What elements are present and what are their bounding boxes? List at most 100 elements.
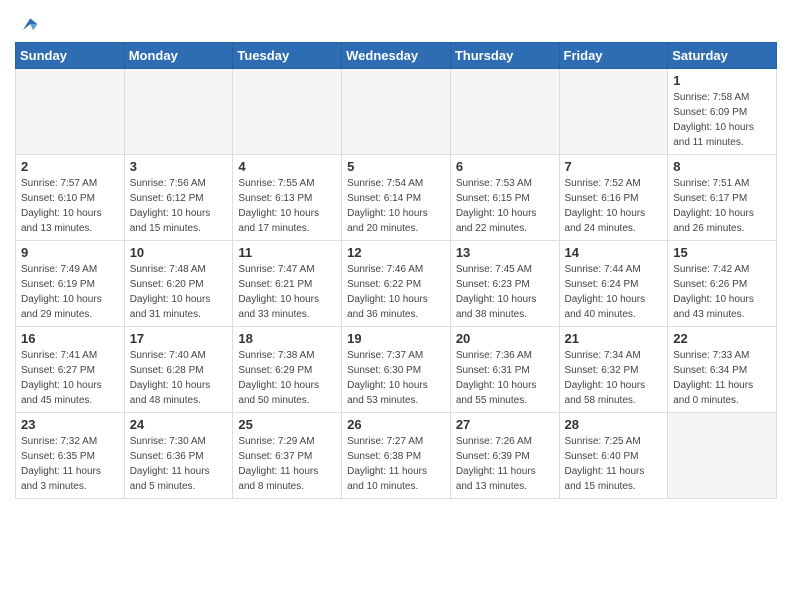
calendar-cell: 5 Sunrise: 7:54 AM Sunset: 6:14 PM Daylig… bbox=[342, 155, 451, 241]
weekday-header-saturday: Saturday bbox=[668, 43, 777, 69]
day-number: 6 bbox=[456, 159, 554, 174]
calendar-table: SundayMondayTuesdayWednesdayThursdayFrid… bbox=[15, 42, 777, 499]
day-number: 3 bbox=[130, 159, 228, 174]
day-info: Sunrise: 7:36 AM Sunset: 6:31 PM Dayligh… bbox=[456, 348, 554, 408]
week-row-1: 1 Sunrise: 7:58 AM Sunset: 6:09 PM Daylig… bbox=[16, 69, 777, 155]
day-info: Sunrise: 7:38 AM Sunset: 6:29 PM Dayligh… bbox=[238, 348, 336, 408]
day-info: Sunrise: 7:37 AM Sunset: 6:30 PM Dayligh… bbox=[347, 348, 445, 408]
calendar-cell: 13 Sunrise: 7:45 AM Sunset: 6:23 PM Dayli… bbox=[450, 241, 559, 327]
day-info: Sunrise: 7:42 AM Sunset: 6:26 PM Dayligh… bbox=[673, 262, 771, 322]
day-number: 17 bbox=[130, 331, 228, 346]
calendar-cell: 19 Sunrise: 7:37 AM Sunset: 6:30 PM Dayli… bbox=[342, 327, 451, 413]
day-info: Sunrise: 7:56 AM Sunset: 6:12 PM Dayligh… bbox=[130, 176, 228, 236]
week-row-5: 23 Sunrise: 7:32 AM Sunset: 6:35 PM Dayli… bbox=[16, 413, 777, 499]
calendar-cell bbox=[233, 69, 342, 155]
day-info: Sunrise: 7:53 AM Sunset: 6:15 PM Dayligh… bbox=[456, 176, 554, 236]
day-number: 25 bbox=[238, 417, 336, 432]
day-number: 8 bbox=[673, 159, 771, 174]
day-info: Sunrise: 7:29 AM Sunset: 6:37 PM Dayligh… bbox=[238, 434, 336, 494]
day-number: 24 bbox=[130, 417, 228, 432]
calendar-cell: 7 Sunrise: 7:52 AM Sunset: 6:16 PM Daylig… bbox=[559, 155, 668, 241]
calendar-cell: 25 Sunrise: 7:29 AM Sunset: 6:37 PM Dayli… bbox=[233, 413, 342, 499]
calendar-cell: 3 Sunrise: 7:56 AM Sunset: 6:12 PM Daylig… bbox=[124, 155, 233, 241]
weekday-header-monday: Monday bbox=[124, 43, 233, 69]
day-info: Sunrise: 7:26 AM Sunset: 6:39 PM Dayligh… bbox=[456, 434, 554, 494]
calendar-cell: 8 Sunrise: 7:51 AM Sunset: 6:17 PM Daylig… bbox=[668, 155, 777, 241]
calendar-cell: 4Sunrise: 7:55 AM Sunset: 6:13 PM Daylig… bbox=[233, 155, 342, 241]
day-number: 23 bbox=[21, 417, 119, 432]
day-info: Sunrise: 7:55 AM Sunset: 6:13 PM Dayligh… bbox=[238, 176, 336, 236]
calendar-cell: 23 Sunrise: 7:32 AM Sunset: 6:35 PM Dayli… bbox=[16, 413, 125, 499]
day-info: Sunrise: 7:41 AM Sunset: 6:27 PM Dayligh… bbox=[21, 348, 119, 408]
day-info: Sunrise: 7:52 AM Sunset: 6:16 PM Dayligh… bbox=[565, 176, 663, 236]
calendar-cell bbox=[668, 413, 777, 499]
day-info: Sunrise: 7:34 AM Sunset: 6:32 PM Dayligh… bbox=[565, 348, 663, 408]
weekday-header-wednesday: Wednesday bbox=[342, 43, 451, 69]
week-row-4: 16 Sunrise: 7:41 AM Sunset: 6:27 PM Dayli… bbox=[16, 327, 777, 413]
day-info: Sunrise: 7:58 AM Sunset: 6:09 PM Dayligh… bbox=[673, 90, 771, 150]
day-number: 13 bbox=[456, 245, 554, 260]
page: SundayMondayTuesdayWednesdayThursdayFrid… bbox=[0, 0, 792, 612]
day-info: Sunrise: 7:57 AM Sunset: 6:10 PM Dayligh… bbox=[21, 176, 119, 236]
calendar-cell bbox=[16, 69, 125, 155]
day-info: Sunrise: 7:47 AM Sunset: 6:21 PM Dayligh… bbox=[238, 262, 336, 322]
calendar-cell: 15 Sunrise: 7:42 AM Sunset: 6:26 PM Dayli… bbox=[668, 241, 777, 327]
day-number: 1 bbox=[673, 73, 771, 88]
day-info: Sunrise: 7:49 AM Sunset: 6:19 PM Dayligh… bbox=[21, 262, 119, 322]
week-row-3: 9 Sunrise: 7:49 AM Sunset: 6:19 PM Daylig… bbox=[16, 241, 777, 327]
calendar-cell bbox=[124, 69, 233, 155]
calendar-cell: 26 Sunrise: 7:27 AM Sunset: 6:38 PM Dayli… bbox=[342, 413, 451, 499]
day-number: 11 bbox=[238, 245, 336, 260]
calendar-cell: 11 Sunrise: 7:47 AM Sunset: 6:21 PM Dayli… bbox=[233, 241, 342, 327]
day-info: Sunrise: 7:25 AM Sunset: 6:40 PM Dayligh… bbox=[565, 434, 663, 494]
day-number: 21 bbox=[565, 331, 663, 346]
calendar-cell: 9 Sunrise: 7:49 AM Sunset: 6:19 PM Daylig… bbox=[16, 241, 125, 327]
day-number: 22 bbox=[673, 331, 771, 346]
day-info: Sunrise: 7:27 AM Sunset: 6:38 PM Dayligh… bbox=[347, 434, 445, 494]
day-info: Sunrise: 7:54 AM Sunset: 6:14 PM Dayligh… bbox=[347, 176, 445, 236]
day-number: 9 bbox=[21, 245, 119, 260]
day-info: Sunrise: 7:51 AM Sunset: 6:17 PM Dayligh… bbox=[673, 176, 771, 236]
calendar-cell: 24 Sunrise: 7:30 AM Sunset: 6:36 PM Dayli… bbox=[124, 413, 233, 499]
day-info: Sunrise: 7:45 AM Sunset: 6:23 PM Dayligh… bbox=[456, 262, 554, 322]
day-number: 16 bbox=[21, 331, 119, 346]
calendar-cell: 16 Sunrise: 7:41 AM Sunset: 6:27 PM Dayli… bbox=[16, 327, 125, 413]
calendar-cell: 10 Sunrise: 7:48 AM Sunset: 6:20 PM Dayli… bbox=[124, 241, 233, 327]
calendar-cell: 20 Sunrise: 7:36 AM Sunset: 6:31 PM Dayli… bbox=[450, 327, 559, 413]
day-info: Sunrise: 7:30 AM Sunset: 6:36 PM Dayligh… bbox=[130, 434, 228, 494]
day-number: 19 bbox=[347, 331, 445, 346]
calendar-cell: 12 Sunrise: 7:46 AM Sunset: 6:22 PM Dayli… bbox=[342, 241, 451, 327]
weekday-header-thursday: Thursday bbox=[450, 43, 559, 69]
header bbox=[15, 10, 777, 36]
calendar-cell: 21 Sunrise: 7:34 AM Sunset: 6:32 PM Dayli… bbox=[559, 327, 668, 413]
week-row-2: 2 Sunrise: 7:57 AM Sunset: 6:10 PM Daylig… bbox=[16, 155, 777, 241]
calendar-cell: 2 Sunrise: 7:57 AM Sunset: 6:10 PM Daylig… bbox=[16, 155, 125, 241]
day-number: 15 bbox=[673, 245, 771, 260]
calendar-cell: 27 Sunrise: 7:26 AM Sunset: 6:39 PM Dayli… bbox=[450, 413, 559, 499]
day-number: 12 bbox=[347, 245, 445, 260]
day-info: Sunrise: 7:48 AM Sunset: 6:20 PM Dayligh… bbox=[130, 262, 228, 322]
day-number: 27 bbox=[456, 417, 554, 432]
day-number: 26 bbox=[347, 417, 445, 432]
day-info: Sunrise: 7:44 AM Sunset: 6:24 PM Dayligh… bbox=[565, 262, 663, 322]
day-info: Sunrise: 7:46 AM Sunset: 6:22 PM Dayligh… bbox=[347, 262, 445, 322]
calendar-cell: 22 Sunrise: 7:33 AM Sunset: 6:34 PM Dayli… bbox=[668, 327, 777, 413]
calendar-cell bbox=[450, 69, 559, 155]
calendar-cell bbox=[342, 69, 451, 155]
calendar-cell: 18Sunrise: 7:38 AM Sunset: 6:29 PM Dayli… bbox=[233, 327, 342, 413]
day-info: Sunrise: 7:32 AM Sunset: 6:35 PM Dayligh… bbox=[21, 434, 119, 494]
day-info: Sunrise: 7:33 AM Sunset: 6:34 PM Dayligh… bbox=[673, 348, 771, 408]
calendar-cell: 6 Sunrise: 7:53 AM Sunset: 6:15 PM Daylig… bbox=[450, 155, 559, 241]
day-number: 7 bbox=[565, 159, 663, 174]
calendar-cell bbox=[559, 69, 668, 155]
day-number: 2 bbox=[21, 159, 119, 174]
day-number: 20 bbox=[456, 331, 554, 346]
weekday-header-sunday: Sunday bbox=[16, 43, 125, 69]
day-info: Sunrise: 7:40 AM Sunset: 6:28 PM Dayligh… bbox=[130, 348, 228, 408]
day-number: 5 bbox=[347, 159, 445, 174]
weekday-header-friday: Friday bbox=[559, 43, 668, 69]
day-number: 28 bbox=[565, 417, 663, 432]
weekday-header-tuesday: Tuesday bbox=[233, 43, 342, 69]
day-number: 10 bbox=[130, 245, 228, 260]
calendar-cell: 17 Sunrise: 7:40 AM Sunset: 6:28 PM Dayli… bbox=[124, 327, 233, 413]
